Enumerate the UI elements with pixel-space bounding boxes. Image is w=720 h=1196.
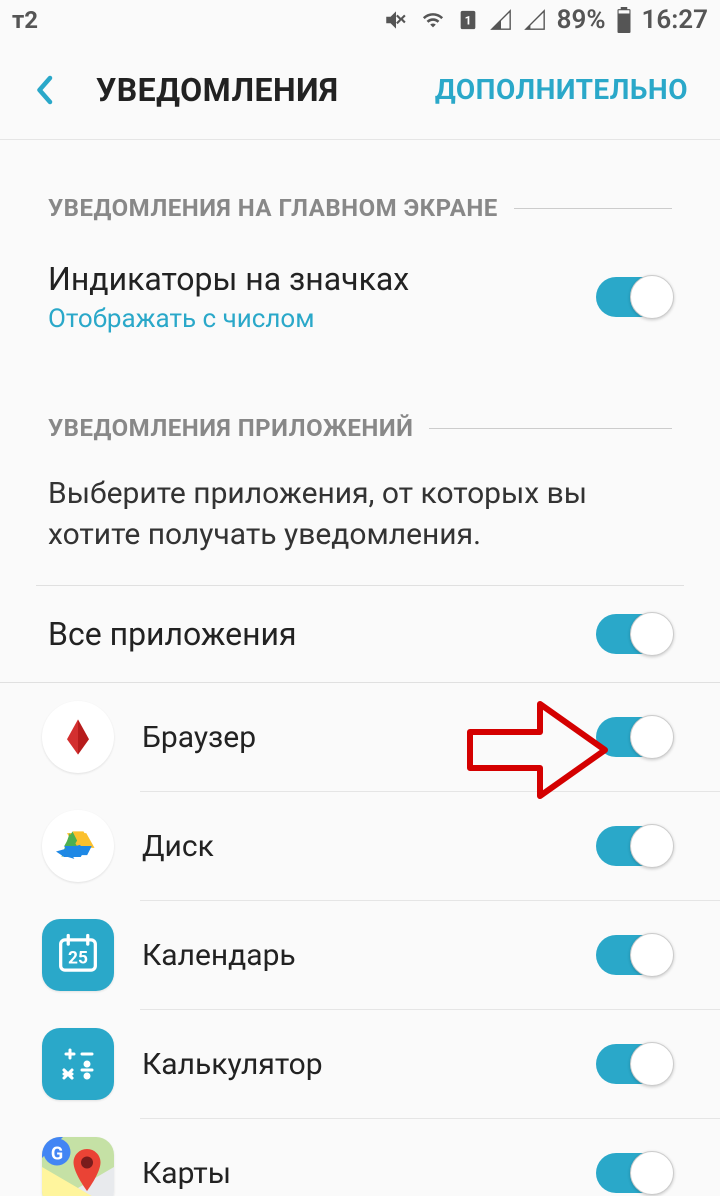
yandex-browser-icon [42, 701, 114, 773]
section-header-home-notifications: УВЕДОМЛЕНИЯ НА ГЛАВНОМ ЭКРАНЕ [0, 140, 720, 234]
svg-text:G: G [51, 1144, 63, 1165]
wifi-icon [419, 9, 447, 31]
all-apps-toggle[interactable] [596, 614, 672, 654]
clock: 16:27 [642, 5, 709, 35]
app-label: Калькулятор [142, 1047, 596, 1082]
carrier-label: т2 [12, 6, 38, 34]
svg-text:25: 25 [68, 949, 88, 969]
signal-icon-1 [489, 9, 513, 31]
app-label: Диск [142, 829, 596, 864]
app-label: Календарь [142, 938, 596, 973]
app-row-calendar[interactable]: 25 Календарь [0, 901, 720, 1009]
mute-icon [383, 7, 409, 33]
app-row-browser[interactable]: Браузер [0, 683, 720, 791]
section-description: Выберите приложения, от которых вы хотит… [0, 454, 720, 585]
svg-text:1: 1 [464, 14, 471, 28]
badge-toggle[interactable] [596, 277, 672, 317]
app-row-drive[interactable]: Диск [0, 792, 720, 900]
app-row-maps[interactable]: G Карты [0, 1119, 720, 1196]
divider [514, 208, 672, 209]
battery-percent: 89% [557, 5, 606, 35]
all-apps-row[interactable]: Все приложения [0, 586, 720, 682]
row-title: Индикаторы на значках [48, 260, 596, 298]
app-toggle-drive[interactable] [596, 826, 672, 866]
section-header-app-notifications: УВЕДОМЛЕНИЯ ПРИЛОЖЕНИЙ [0, 360, 720, 454]
sim-icon: 1 [457, 7, 479, 33]
status-icons: 1 89% 16:27 [383, 5, 708, 35]
app-list: Браузер Диск 25 Календарь Калькулятор G … [0, 683, 720, 1196]
app-toggle-browser[interactable] [596, 717, 672, 757]
app-toggle-calculator[interactable] [596, 1044, 672, 1084]
page-title: УВЕДОМЛЕНИЯ [96, 71, 435, 109]
badge-indicators-row[interactable]: Индикаторы на значках Отображать с число… [0, 234, 720, 360]
signal-icon-2 [523, 9, 547, 31]
calendar-icon: 25 [42, 919, 114, 991]
google-maps-icon: G [42, 1137, 114, 1196]
back-button[interactable] [32, 72, 56, 108]
app-header: УВЕДОМЛЕНИЯ ДОПОЛНИТЕЛЬНО [0, 40, 720, 140]
section-label: УВЕДОМЛЕНИЯ НА ГЛАВНОМ ЭКРАНЕ [48, 194, 498, 222]
google-drive-icon [42, 810, 114, 882]
advanced-button[interactable]: ДОПОЛНИТЕЛЬНО [435, 73, 688, 106]
calculator-icon [42, 1028, 114, 1100]
app-label: Браузер [142, 720, 596, 755]
battery-icon [616, 7, 632, 33]
app-row-calculator[interactable]: Калькулятор [0, 1010, 720, 1118]
row-subtitle: Отображать с числом [48, 304, 596, 334]
app-toggle-maps[interactable] [596, 1153, 672, 1193]
app-toggle-calendar[interactable] [596, 935, 672, 975]
app-label: Карты [142, 1156, 596, 1191]
row-title: Все приложения [48, 615, 596, 653]
divider [429, 428, 672, 429]
status-bar: т2 1 89% 16:27 [0, 0, 720, 40]
section-label: УВЕДОМЛЕНИЯ ПРИЛОЖЕНИЙ [48, 414, 413, 442]
